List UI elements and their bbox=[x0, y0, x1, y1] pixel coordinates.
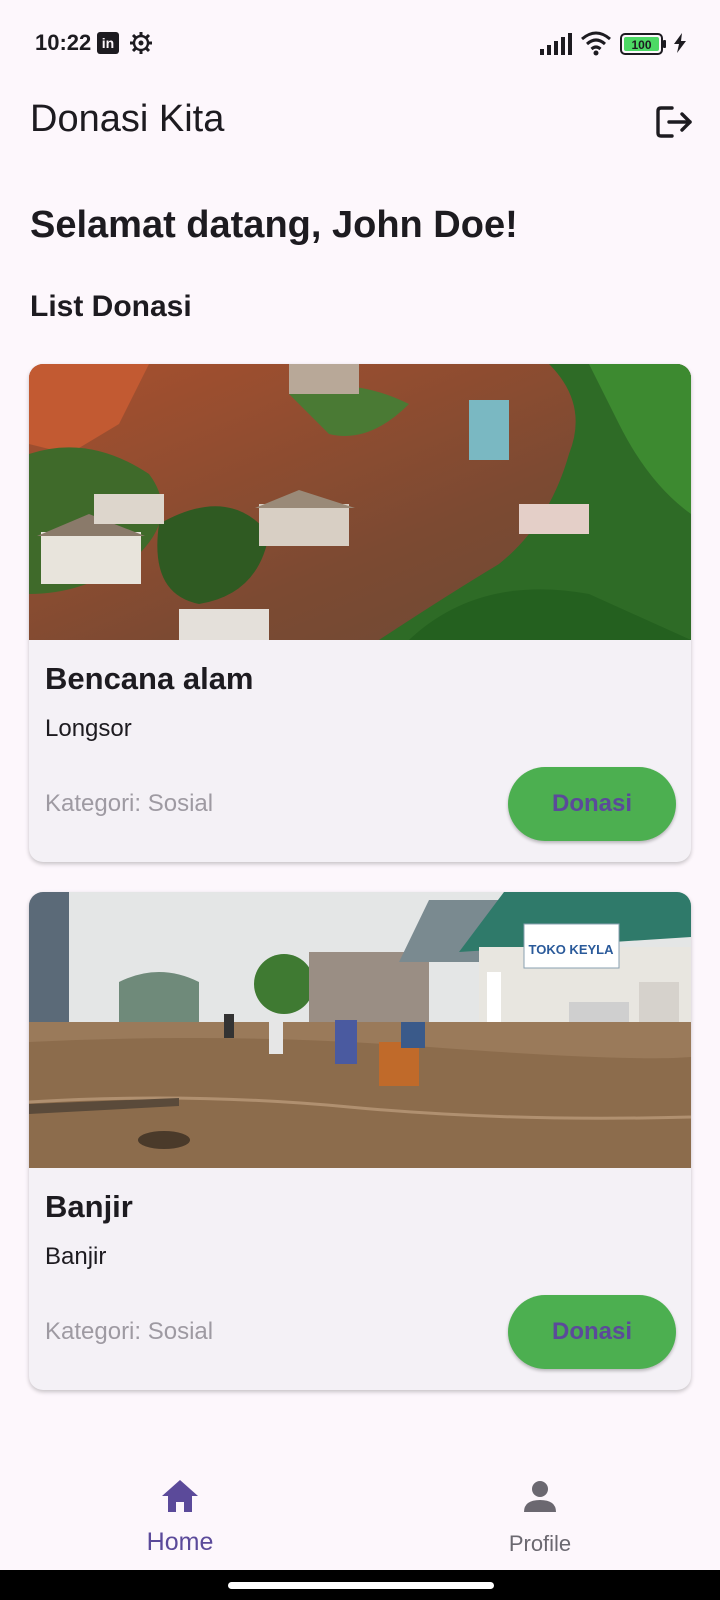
card-title: Banjir bbox=[45, 1189, 133, 1224]
gesture-handle[interactable] bbox=[228, 1582, 494, 1589]
card-category: Kategori: Sosial bbox=[45, 1318, 214, 1345]
battery-icon: 100 bbox=[620, 33, 666, 55]
donation-card[interactable]: TOKO KEYLA Banjir Banjir Kategori: Sosia… bbox=[29, 892, 691, 1390]
nav-item-home[interactable]: Home bbox=[80, 1452, 280, 1562]
status-bar: 10:22 in 100 bbox=[0, 0, 720, 88]
app-bar: Donasi Kita bbox=[0, 88, 720, 152]
flood-photo: TOKO KEYLA bbox=[29, 892, 691, 1168]
logout-icon bbox=[656, 106, 692, 138]
app-title: Donasi Kita bbox=[30, 98, 225, 140]
card-subtitle: Banjir bbox=[45, 1243, 107, 1270]
donasi-button[interactable]: Donasi bbox=[508, 767, 676, 841]
card-title: Bencana alam bbox=[45, 661, 254, 696]
gear-icon bbox=[130, 32, 152, 54]
shop-sign-text: TOKO KEYLA bbox=[529, 942, 615, 957]
nav-item-profile[interactable]: Profile bbox=[440, 1452, 640, 1562]
card-category: Kategori: Sosial bbox=[45, 790, 214, 817]
donation-card[interactable]: Bencana alam Longsor Kategori: Sosial Do… bbox=[29, 364, 691, 862]
logout-button[interactable] bbox=[652, 100, 696, 144]
gesture-bar bbox=[0, 1570, 720, 1600]
nav-label-profile: Profile bbox=[508, 1531, 572, 1556]
home-icon bbox=[162, 1480, 198, 1512]
donasi-button[interactable]: Donasi bbox=[508, 1295, 676, 1369]
battery-level: 100 bbox=[631, 38, 651, 52]
section-title: List Donasi bbox=[30, 290, 192, 323]
nav-label-home: Home bbox=[146, 1528, 214, 1556]
signal-icon bbox=[540, 33, 572, 55]
charging-bolt-icon bbox=[674, 33, 686, 53]
welcome-text: Selamat datang, John Doe! bbox=[30, 204, 518, 246]
status-time: 10:22 bbox=[35, 30, 92, 55]
wifi-icon bbox=[581, 31, 611, 56]
landslide-photo bbox=[29, 364, 691, 640]
person-icon bbox=[524, 1481, 556, 1512]
linkedin-icon: in bbox=[97, 32, 119, 54]
bottom-navigation: Home Profile bbox=[0, 1452, 720, 1570]
card-subtitle: Longsor bbox=[45, 715, 132, 742]
